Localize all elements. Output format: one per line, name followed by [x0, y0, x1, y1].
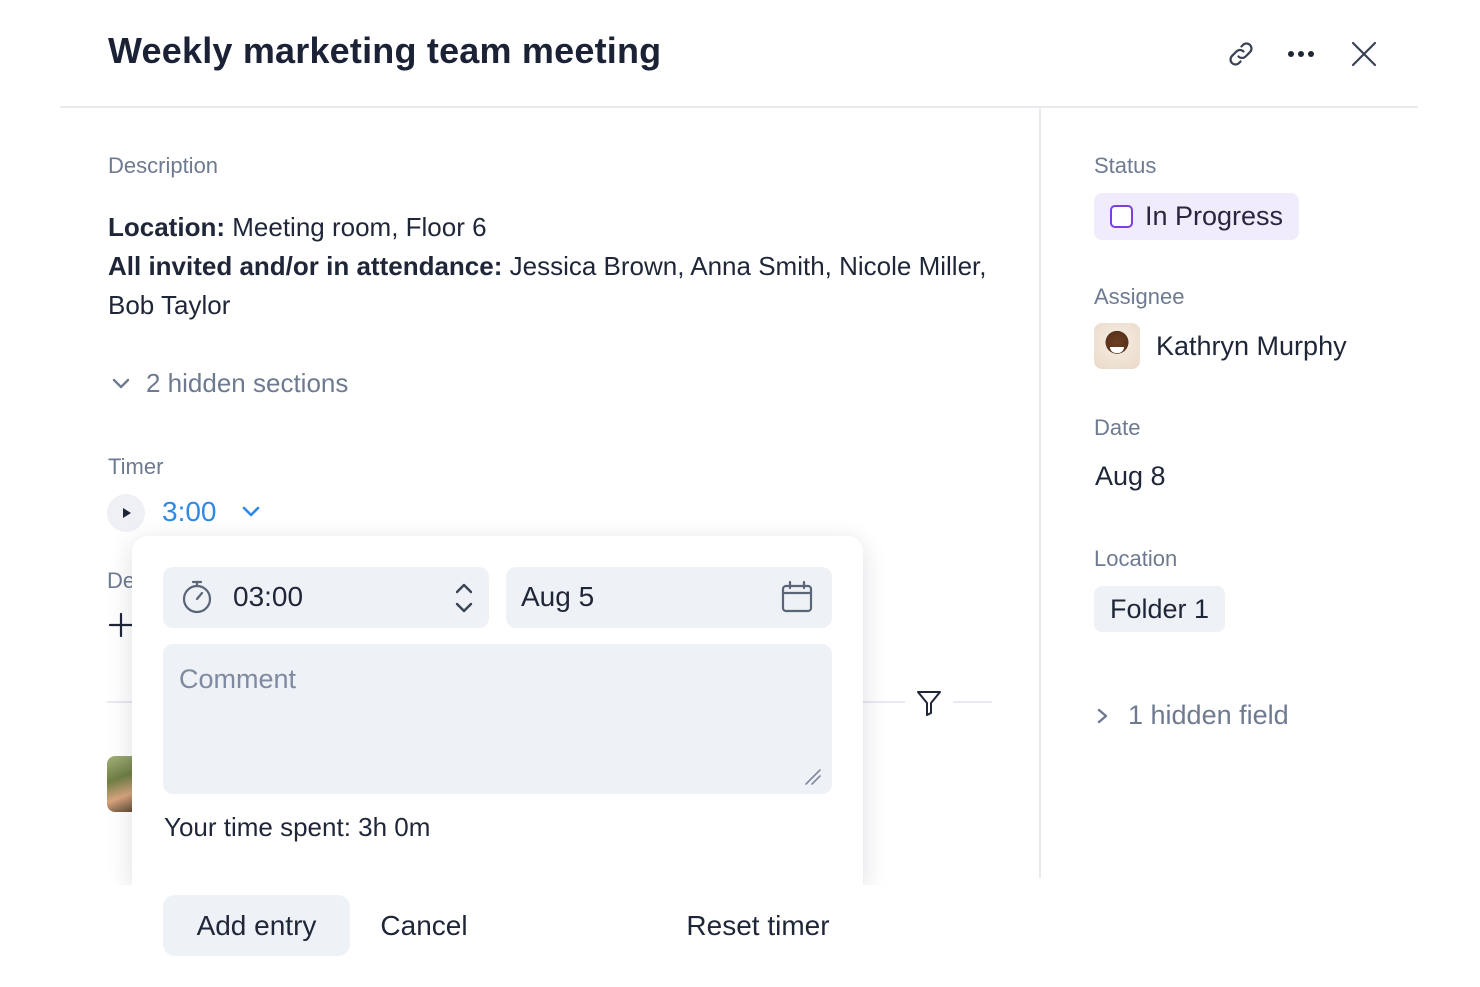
section-label-truncated: De: [107, 568, 136, 593]
timer-play-button[interactable]: [107, 494, 145, 532]
resize-handle-icon[interactable]: [802, 766, 822, 786]
invited-label: All invited and/or in attendance:: [108, 251, 503, 281]
description-label: Description: [108, 153, 219, 178]
timer-dropdown-toggle[interactable]: [240, 500, 262, 527]
location-label: Location: [1094, 546, 1178, 571]
assignee-field[interactable]: Kathryn Murphy: [1094, 323, 1347, 369]
play-icon: [123, 508, 131, 518]
status-badge[interactable]: In Progress: [1094, 193, 1300, 240]
close-icon[interactable]: [1344, 34, 1384, 74]
chevron-down-icon: [242, 506, 260, 517]
add-icon[interactable]: [108, 612, 134, 643]
timer-value[interactable]: 3:00: [162, 496, 217, 528]
duration-field[interactable]: 03:00: [163, 567, 489, 628]
avatar: [1094, 323, 1140, 369]
location-value: Meeting room, Floor 6: [232, 212, 487, 242]
status-square-icon: [1110, 205, 1133, 228]
link-icon[interactable]: [1221, 34, 1261, 74]
duration-value: 03:00: [233, 581, 304, 612]
description-text: Location: Meeting room, Floor 6 All invi…: [108, 208, 1008, 325]
assignee-name: Kathryn Murphy: [1156, 330, 1347, 361]
page-title: Weekly marketing team meeting: [108, 30, 662, 71]
avatar: [107, 756, 135, 812]
location-label: Location:: [108, 212, 225, 242]
stepper-icon[interactable]: [453, 580, 475, 616]
status-value: In Progress: [1145, 201, 1284, 231]
chevron-right-icon: [1097, 708, 1108, 723]
assignee-label: Assignee: [1094, 284, 1185, 309]
chevron-down-icon: [112, 378, 130, 388]
time-spent-text: Your time spent: 3h 0m: [164, 812, 431, 842]
more-icon[interactable]: [1281, 34, 1321, 74]
sidebar-divider: [1039, 108, 1041, 878]
cancel-button[interactable]: Cancel: [366, 895, 482, 956]
hidden-field-label: 1 hidden field: [1128, 700, 1289, 730]
date-value[interactable]: Aug 8: [1095, 461, 1166, 492]
comment-input[interactable]: [163, 644, 832, 794]
status-label: Status: [1094, 153, 1157, 178]
location-folder-badge[interactable]: Folder 1: [1094, 586, 1226, 632]
date-label: Date: [1094, 415, 1141, 440]
hidden-field-toggle[interactable]: 1 hidden field: [1096, 700, 1289, 731]
entry-date-value: Aug 5: [521, 581, 595, 612]
hidden-sections-toggle[interactable]: 2 hidden sections: [110, 368, 348, 399]
timer-label: Timer: [108, 454, 164, 479]
reset-timer-button[interactable]: Reset timer: [672, 895, 844, 956]
stopwatch-icon: [182, 580, 212, 614]
header-divider: [60, 106, 1418, 108]
calendar-icon[interactable]: [780, 580, 814, 614]
filter-icon[interactable]: [905, 684, 953, 722]
entry-date-field[interactable]: Aug 5: [506, 567, 832, 628]
add-entry-button[interactable]: Add entry: [163, 895, 350, 956]
hidden-sections-label: 2 hidden sections: [146, 368, 349, 398]
